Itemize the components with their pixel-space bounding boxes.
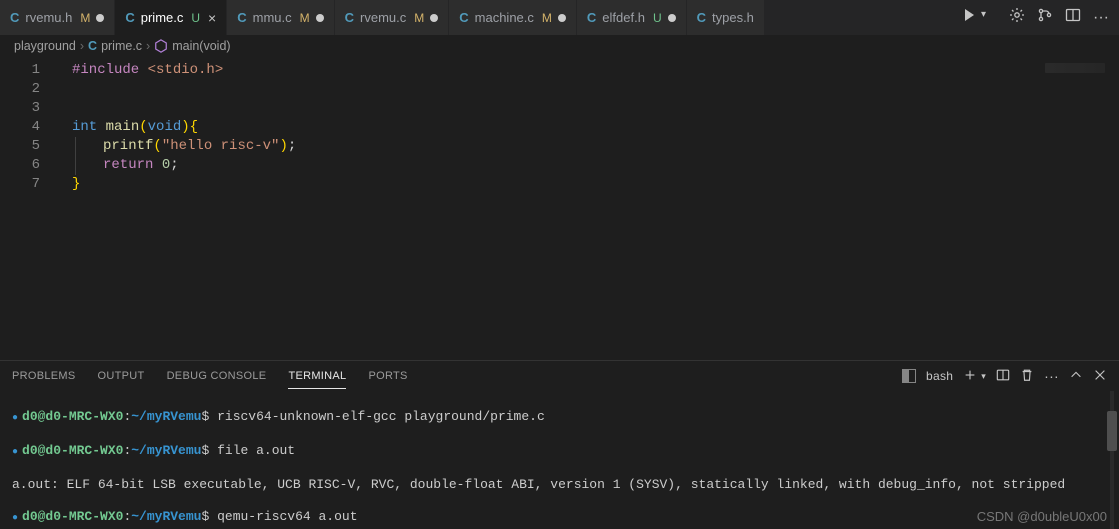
source-control-compare-icon[interactable] [1037, 7, 1053, 28]
gear-icon[interactable] [1009, 7, 1025, 28]
terminal-content[interactable]: ●d0@d0-MRC-WX0:~/myRVemu$ riscv64-unknow… [0, 391, 1119, 529]
tab-types-h[interactable]: C types.h [687, 0, 765, 35]
tab-mmu-c[interactable]: C mmu.c M [227, 0, 334, 35]
terminal-toolbar: bash ▾ ··· [902, 368, 1107, 385]
tab-terminal[interactable]: TERMINAL [288, 364, 346, 389]
prompt-marker-icon: ● [12, 447, 18, 458]
c-file-icon: C [345, 10, 354, 25]
run-button[interactable] [961, 7, 977, 28]
tab-output[interactable]: OUTPUT [98, 364, 145, 388]
line-number: 3 [0, 99, 40, 118]
terminal-profile-icon[interactable] [902, 369, 916, 383]
terminal-output: a.out: ELF 64-bit LSB executable, UCB RI… [12, 477, 1107, 493]
terminal-shell-label[interactable]: bash [926, 369, 953, 383]
git-status-badge: U [191, 11, 200, 25]
run-dropdown[interactable]: ▾ [981, 10, 997, 26]
modified-dot-icon [316, 14, 324, 22]
editor-tab-bar: C rvemu.h M C prime.c U × C mmu.c M C rv… [0, 0, 1119, 35]
chevron-right-icon: › [80, 39, 84, 53]
modified-dot-icon [668, 14, 676, 22]
tab-rvemu-c[interactable]: C rvemu.c M [335, 0, 450, 35]
more-actions-icon[interactable]: ··· [1093, 10, 1109, 26]
c-file-icon: C [459, 10, 468, 25]
line-number: 5 [0, 137, 40, 156]
c-file-icon: C [88, 39, 97, 53]
code-editor[interactable]: 1 2 3 4 5 6 7 #include <stdio.h> int mai… [0, 57, 1119, 360]
watermark: CSDN @d0ubleU0x00 [977, 509, 1107, 525]
tab-label: mmu.c [253, 10, 292, 25]
split-terminal-icon[interactable] [996, 368, 1010, 385]
line-number: 1 [0, 61, 40, 80]
git-status-badge: M [542, 11, 552, 25]
c-file-icon: C [587, 10, 596, 25]
prompt-marker-icon: ● [12, 513, 18, 524]
git-status-badge: M [300, 11, 310, 25]
terminal-scrollbar[interactable] [1107, 391, 1117, 529]
tab-label: rvemu.c [360, 10, 406, 25]
panel-tab-bar: PROBLEMS OUTPUT DEBUG CONSOLE TERMINAL P… [0, 361, 1119, 391]
tab-elfdef-h[interactable]: C elfdef.h U [577, 0, 687, 35]
git-status-badge: M [80, 11, 90, 25]
modified-dot-icon [430, 14, 438, 22]
line-number: 7 [0, 175, 40, 194]
terminal-line: ●d0@d0-MRC-WX0:~/myRVemu$ file a.out [12, 443, 1107, 461]
terminal-dropdown[interactable]: ▾ [981, 372, 986, 381]
symbol-method-icon [154, 39, 168, 54]
breadcrumb-symbol[interactable]: main(void) [172, 39, 230, 53]
tab-ports[interactable]: PORTS [368, 364, 407, 388]
close-panel-icon[interactable] [1093, 368, 1107, 385]
tab-label: elfdef.h [602, 10, 645, 25]
tab-prime-c[interactable]: C prime.c U × [115, 0, 227, 35]
tab-debug-console[interactable]: DEBUG CONSOLE [167, 364, 267, 388]
tab-machine-c[interactable]: C machine.c M [449, 0, 577, 35]
c-file-icon: C [237, 10, 246, 25]
tab-label: machine.c [475, 10, 534, 25]
prompt-marker-icon: ● [12, 413, 18, 424]
tab-rvemu-h[interactable]: C rvemu.h M [0, 0, 115, 35]
code-content[interactable]: #include <stdio.h> int main(void){printf… [56, 57, 1119, 194]
breadcrumb-folder[interactable]: playground [14, 39, 76, 53]
close-tab-icon[interactable]: × [208, 10, 216, 26]
line-number: 6 [0, 156, 40, 175]
kill-terminal-icon[interactable] [1020, 368, 1034, 385]
terminal-line: ●d0@d0-MRC-WX0:~/myRVemu$ qemu-riscv64 a… [12, 509, 1107, 527]
minimap[interactable] [1045, 63, 1105, 73]
new-terminal-button[interactable] [963, 368, 977, 385]
editor-toolbar: ▾ ··· [951, 0, 1119, 35]
breadcrumb[interactable]: playground › C prime.c › main(void) [0, 35, 1119, 57]
modified-dot-icon [96, 14, 104, 22]
git-status-badge: U [653, 11, 662, 25]
tab-label: types.h [712, 10, 754, 25]
modified-dot-icon [558, 14, 566, 22]
more-actions-icon[interactable]: ··· [1044, 369, 1059, 383]
line-number: 2 [0, 80, 40, 99]
tab-problems[interactable]: PROBLEMS [12, 364, 76, 388]
c-file-icon: C [125, 10, 134, 25]
tab-label: prime.c [141, 10, 184, 25]
breadcrumb-file[interactable]: prime.c [101, 39, 142, 53]
c-file-icon: C [10, 10, 19, 25]
tabbar-spacer [765, 0, 951, 35]
c-file-icon: C [697, 10, 706, 25]
bottom-panel: PROBLEMS OUTPUT DEBUG CONSOLE TERMINAL P… [0, 360, 1119, 529]
terminal-line: ●d0@d0-MRC-WX0:~/myRVemu$ riscv64-unknow… [12, 409, 1107, 427]
tab-label: rvemu.h [25, 10, 72, 25]
line-number: 4 [0, 118, 40, 137]
line-number-gutter: 1 2 3 4 5 6 7 [0, 57, 56, 194]
git-status-badge: M [414, 11, 424, 25]
maximize-panel-icon[interactable] [1069, 368, 1083, 385]
split-editor-icon[interactable] [1065, 7, 1081, 28]
chevron-right-icon: › [146, 39, 150, 53]
